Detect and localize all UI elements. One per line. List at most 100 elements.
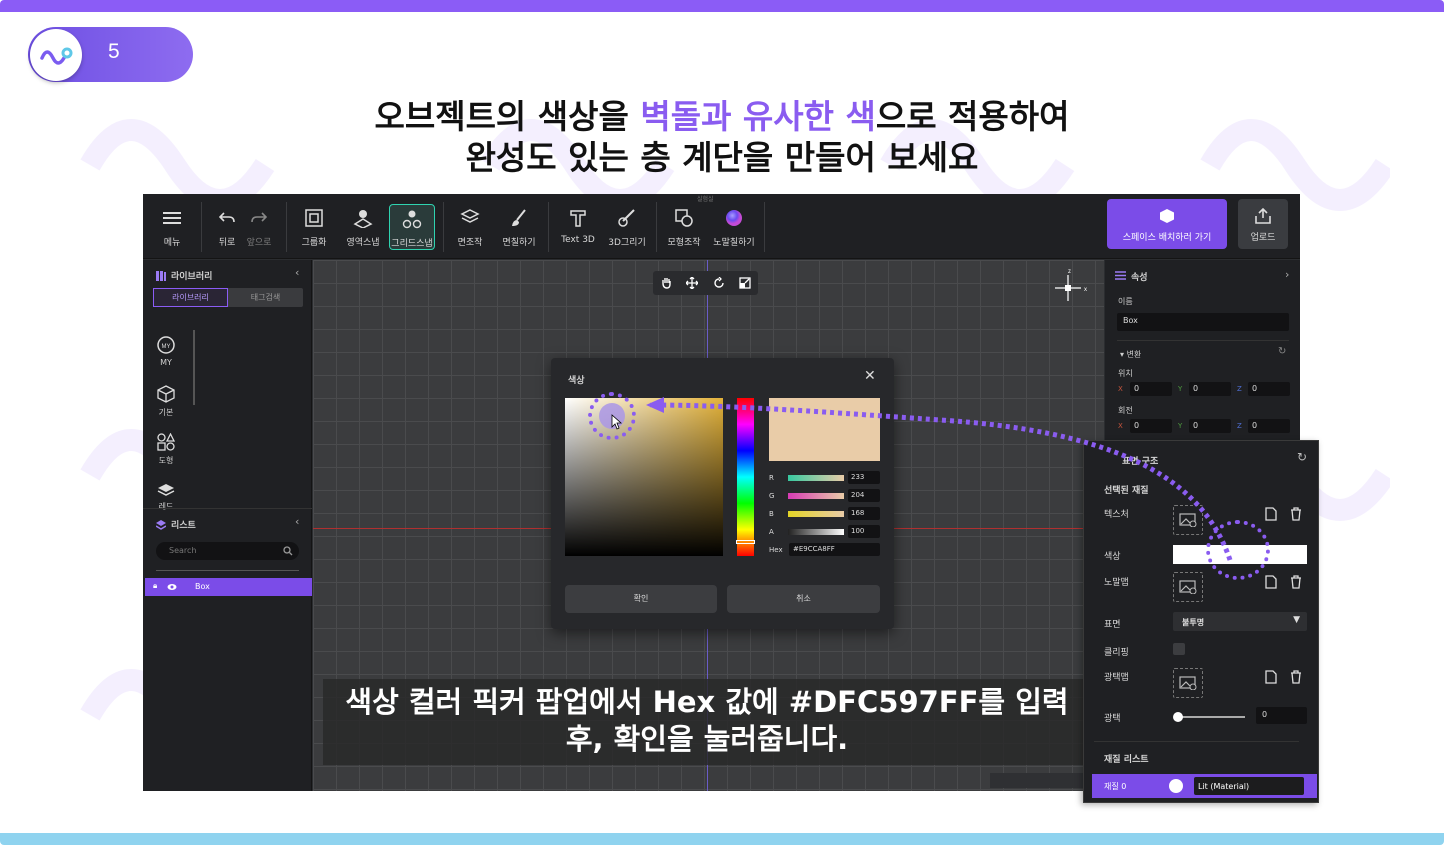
- surface-select[interactable]: 불투명 ▼: [1173, 612, 1307, 631]
- scale-icon[interactable]: [739, 277, 751, 289]
- hue-handle[interactable]: [736, 540, 755, 544]
- close-icon[interactable]: ✕: [864, 368, 876, 384]
- rot-y-field[interactable]: 0: [1189, 419, 1231, 433]
- area-snap-button[interactable]: 영역스냅: [340, 204, 386, 250]
- upload-button[interactable]: 업로드: [1238, 199, 1288, 249]
- category-cut[interactable]: 레드: [155, 482, 177, 510]
- file-icon[interactable]: [1265, 575, 1277, 589]
- tab-library-label: 라이브러리: [172, 293, 209, 302]
- svg-text:x: x: [1084, 287, 1087, 293]
- transform-header[interactable]: ▾ 변환: [1120, 349, 1141, 360]
- gloss-slider[interactable]: [1173, 712, 1245, 722]
- redo-button[interactable]: 앞으로: [236, 204, 282, 250]
- grid-snap-button[interactable]: 그리드스냅: [389, 204, 435, 250]
- pos-z-field[interactable]: 0: [1248, 382, 1290, 396]
- clipping-checkbox[interactable]: [1173, 643, 1185, 655]
- text3d-button[interactable]: Text 3D: [555, 204, 601, 250]
- layers-icon: [157, 484, 175, 496]
- trash-icon[interactable]: [1290, 507, 1302, 521]
- cancel-button[interactable]: 취소: [727, 585, 880, 613]
- category-my[interactable]: MY MY: [155, 336, 177, 367]
- reset-transform-icon[interactable]: ↻: [1278, 346, 1286, 357]
- material-panel-title: 표면 구조: [1122, 457, 1159, 467]
- b-field[interactable]: 168: [848, 507, 880, 520]
- b-slider[interactable]: [788, 511, 844, 517]
- trash-icon[interactable]: [1290, 575, 1302, 589]
- confirm-button[interactable]: 확인: [565, 585, 717, 613]
- file-icon[interactable]: [1265, 670, 1277, 684]
- r-field[interactable]: 233: [848, 471, 880, 484]
- name-label: 이름: [1118, 297, 1133, 306]
- expand-properties-icon[interactable]: ›: [1285, 268, 1289, 281]
- a-field[interactable]: 100: [848, 525, 880, 538]
- rot-z-field[interactable]: 0: [1248, 419, 1290, 433]
- lock-icon[interactable]: 🔒︎: [153, 581, 157, 591]
- collapse-library-icon[interactable]: ‹: [295, 266, 299, 279]
- name-field[interactable]: Box: [1117, 313, 1289, 331]
- confirm-label: 확인: [633, 594, 649, 603]
- cancel-label: 취소: [796, 594, 811, 603]
- text-icon: [570, 210, 586, 227]
- toolbar-divider: [201, 202, 202, 252]
- hamburger-icon: [163, 212, 181, 224]
- library-title: 라이브러리: [171, 272, 213, 282]
- g-slider[interactable]: [788, 493, 844, 499]
- pos-z-value: 0: [1252, 384, 1258, 393]
- file-icon[interactable]: [1265, 507, 1277, 521]
- category-basic[interactable]: 기본: [155, 385, 177, 418]
- library-header: 라이브러리: [156, 269, 212, 282]
- collapse-list-icon[interactable]: ‹: [295, 515, 299, 528]
- texture-slot[interactable]: [1173, 505, 1203, 535]
- search-input[interactable]: Search: [156, 542, 299, 560]
- space-placement-button[interactable]: 스페이스 배치하러 가기: [1107, 199, 1227, 249]
- material-list-label: 재질 리스트: [1104, 755, 1149, 765]
- axis-gizmo-icon[interactable]: z x: [1051, 267, 1095, 307]
- rot-z-value: 0: [1252, 421, 1258, 430]
- tab-library[interactable]: 라이브러리: [153, 288, 228, 307]
- face-paint-label: 면칠하기: [502, 238, 536, 248]
- rot-x-field[interactable]: 0: [1130, 419, 1172, 433]
- list-item[interactable]: 🔒︎ Box: [145, 578, 312, 596]
- material-type-field[interactable]: Lit (Material): [1194, 777, 1304, 795]
- normal-map-slot[interactable]: [1173, 572, 1203, 602]
- pos-y-field[interactable]: 0: [1189, 382, 1231, 396]
- face-edit-label: 면조작: [457, 238, 483, 248]
- material-list-item[interactable]: 재질 0 Lit (Material): [1092, 774, 1317, 798]
- move-icon[interactable]: [686, 277, 699, 289]
- hex-field[interactable]: #E9CCA8FF: [789, 543, 880, 556]
- a-slider[interactable]: [788, 529, 844, 535]
- color-swatch-highlight: [1206, 520, 1270, 580]
- hex-label: Hex: [769, 546, 783, 554]
- refresh-icon[interactable]: ↻: [1297, 450, 1307, 464]
- tab-tag-search-label: 태그검색: [250, 293, 281, 302]
- category-shape[interactable]: 도형: [155, 432, 177, 466]
- hand-icon[interactable]: [660, 277, 672, 289]
- pos-x-field[interactable]: 0: [1130, 382, 1172, 396]
- hue-slider[interactable]: [736, 398, 755, 556]
- menu-button[interactable]: 메뉴: [149, 204, 195, 250]
- face-paint-button[interactable]: 면칠하기: [496, 204, 542, 250]
- gloss-map-slot[interactable]: [1173, 668, 1203, 698]
- model-edit-button[interactable]: 모형조작: [661, 204, 707, 250]
- gloss-slider-handle[interactable]: [1173, 712, 1183, 722]
- tab-tag-search[interactable]: 태그검색: [228, 288, 303, 307]
- normal-paint-button[interactable]: 노말칠하기: [711, 204, 757, 250]
- face-edit-icon: [460, 209, 480, 223]
- surface-label: 표면: [1104, 620, 1121, 630]
- brand-logo-icon: [30, 29, 82, 81]
- draw3d-button[interactable]: 3D그리기: [604, 204, 650, 250]
- rotate-icon[interactable]: [713, 277, 725, 289]
- g-field[interactable]: 204: [848, 489, 880, 502]
- undo-icon: [219, 212, 235, 223]
- gloss-field[interactable]: 0: [1256, 707, 1307, 724]
- cube-outline-icon: [157, 385, 175, 403]
- library-scrollbar[interactable]: [193, 330, 195, 405]
- face-edit-button[interactable]: 면조작: [447, 204, 493, 250]
- pos-x-label: X: [1118, 385, 1123, 393]
- eye-icon[interactable]: [167, 583, 177, 591]
- r-slider[interactable]: [788, 475, 844, 481]
- group-button[interactable]: 그룹화: [291, 204, 337, 250]
- trash-icon[interactable]: [1290, 670, 1302, 684]
- list-item-label: Box: [195, 582, 210, 591]
- properties-icon: [1115, 271, 1126, 280]
